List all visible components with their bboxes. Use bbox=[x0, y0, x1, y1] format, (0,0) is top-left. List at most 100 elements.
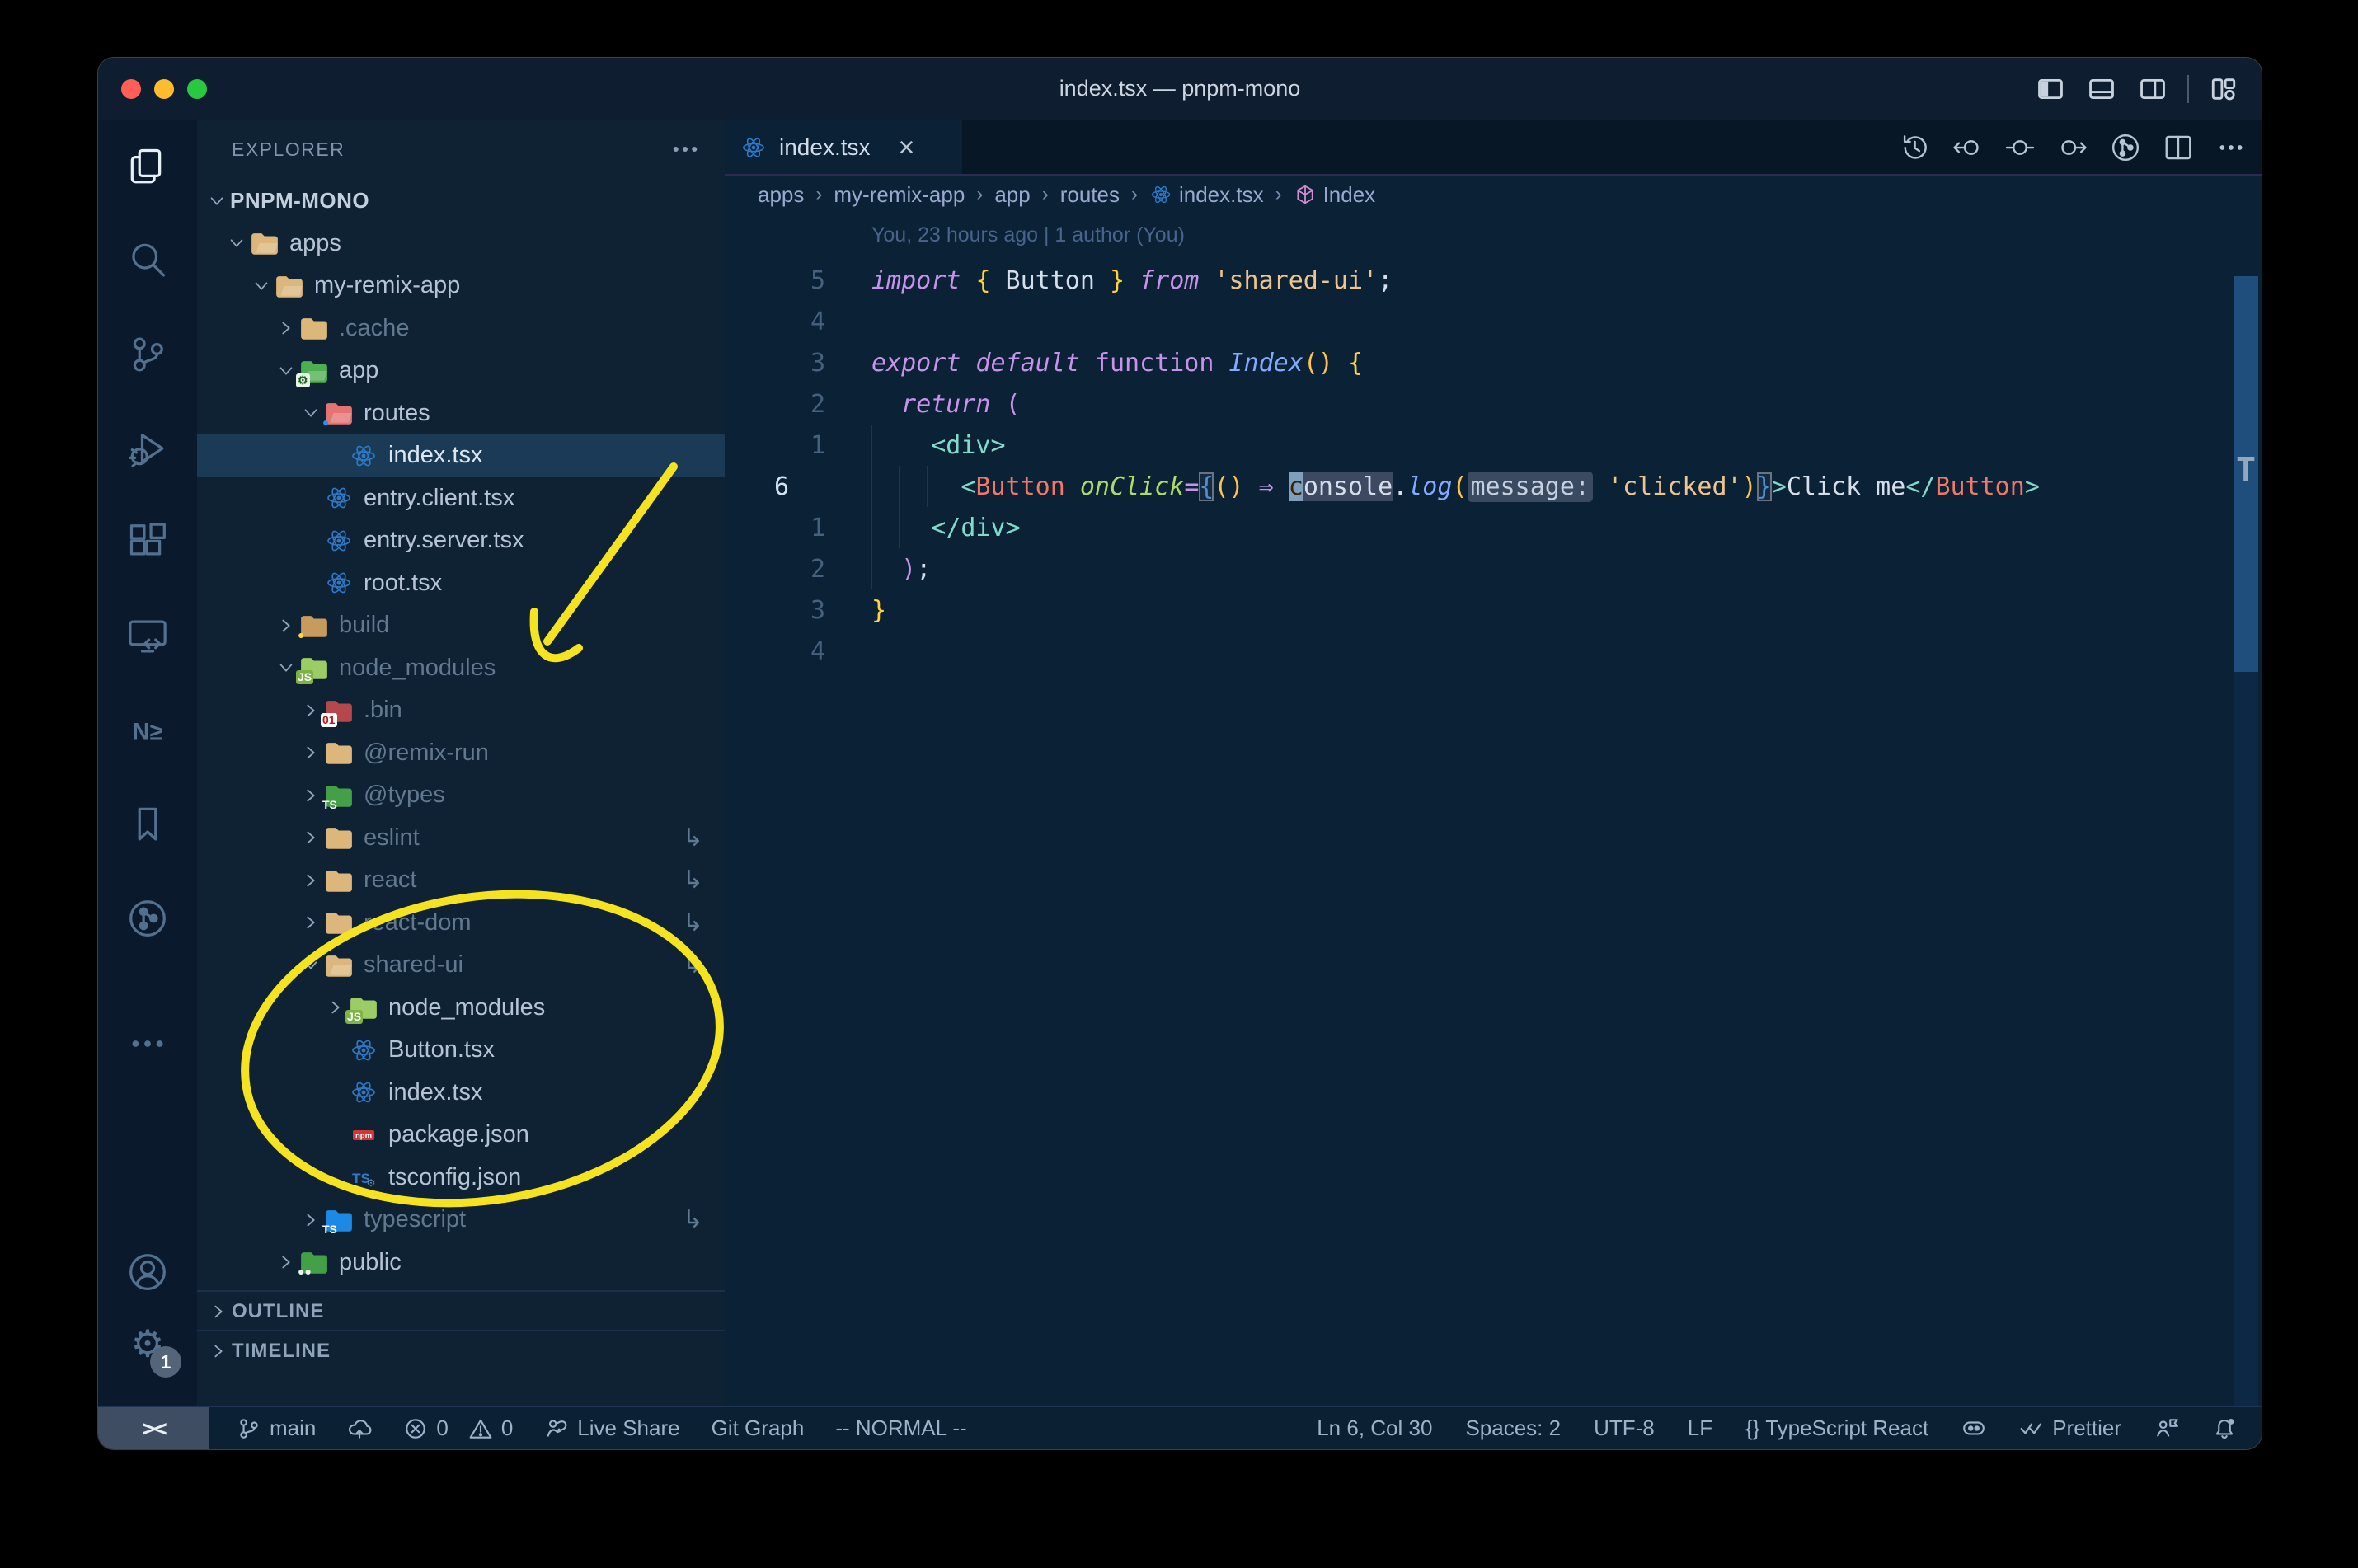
tree-item-tsconfig-json[interactable]: TS ⚙ tsconfig.json bbox=[197, 1157, 725, 1199]
breadcrumb-item-index-tsx[interactable]: index.tsx bbox=[1149, 182, 1264, 208]
activity-files-icon[interactable] bbox=[98, 120, 197, 214]
tree-item-apps[interactable]: apps bbox=[197, 223, 725, 265]
breadcrumb-item-routes[interactable]: routes bbox=[1060, 182, 1120, 208]
tree-item-app[interactable]: ⚙ app bbox=[197, 350, 725, 392]
activity-account-icon[interactable] bbox=[98, 1231, 197, 1313]
status-item-bell-dot-icon[interactable] bbox=[2212, 1416, 2237, 1441]
remote-indicator[interactable]: >< bbox=[98, 1407, 209, 1449]
code-line[interactable]: 4 bbox=[725, 301, 2262, 342]
activity-extensions-icon[interactable] bbox=[98, 495, 197, 589]
sidebar-section-timeline[interactable]: TIMELINE bbox=[197, 1330, 725, 1371]
code-line[interactable]: 3 export default function Index() { bbox=[725, 342, 2262, 383]
status-item-0[interactable]: 00 bbox=[403, 1415, 513, 1441]
activity-search-icon[interactable] bbox=[98, 214, 197, 307]
status-item-typescript-react[interactable]: {} TypeScript React bbox=[1745, 1415, 1928, 1441]
tree-item-cache[interactable]: .cache bbox=[197, 307, 725, 350]
tab-index-tsx[interactable]: index.tsx × bbox=[725, 120, 962, 176]
layout-panel-icon[interactable] bbox=[2085, 75, 2118, 103]
activity-bookmarks-icon[interactable] bbox=[98, 777, 197, 871]
breadcrumb-item-apps[interactable]: apps bbox=[758, 182, 804, 208]
code-line[interactable]: 4 bbox=[725, 631, 2262, 672]
tree-item-node-modules[interactable]: JS node_modules bbox=[197, 987, 725, 1030]
tree-item-entry-client-tsx[interactable]: entry.client.tsx bbox=[197, 477, 725, 520]
activity-source-control-icon[interactable] bbox=[98, 307, 197, 401]
tree-item-label: my-remix-app bbox=[314, 272, 461, 299]
tree-item-routes[interactable]: ● routes bbox=[197, 392, 725, 435]
code-line[interactable]: 2 ); bbox=[725, 548, 2262, 589]
tree-item-my-remix-app[interactable]: my-remix-app bbox=[197, 265, 725, 307]
status-item-copilot-icon[interactable] bbox=[1961, 1416, 1986, 1441]
tree-item-node-modules[interactable]: JS node_modules bbox=[197, 647, 725, 690]
tree-item-types[interactable]: TS @types bbox=[197, 774, 725, 817]
tree-item-package-json[interactable]: npm package.json bbox=[197, 1114, 725, 1157]
code-line[interactable]: 6 <Button onClick={() ⇒ console.log(mess… bbox=[725, 466, 2262, 507]
code-line[interactable]: 2 return ( bbox=[725, 383, 2262, 425]
tree-item-bin[interactable]: 01 .bin bbox=[197, 689, 725, 732]
tree-item-root-tsx[interactable]: root.tsx bbox=[197, 562, 725, 605]
breadcrumb-item-index[interactable]: Index bbox=[1294, 182, 1375, 208]
layout-customize-icon[interactable] bbox=[2207, 75, 2240, 103]
status-item-normal[interactable]: -- NORMAL -- bbox=[835, 1415, 966, 1441]
chevron-right-icon[interactable] bbox=[298, 913, 324, 932]
tree-item-eslint[interactable]: eslint ↳ bbox=[197, 817, 725, 860]
change-icon[interactable] bbox=[2004, 132, 2036, 163]
tree-item-public[interactable]: ●● public bbox=[197, 1242, 725, 1284]
tree-item-button-tsx[interactable]: Button.tsx bbox=[197, 1029, 725, 1072]
tree-item-react[interactable]: react ↳ bbox=[197, 859, 725, 902]
chevron-right-icon[interactable] bbox=[298, 829, 324, 847]
sidebar-section-outline[interactable]: OUTLINE bbox=[197, 1290, 725, 1331]
breadcrumb-item-app[interactable]: app bbox=[994, 182, 1030, 208]
code-line[interactable]: 5 import { Button } from 'shared-ui'; bbox=[725, 260, 2262, 301]
tree-item-react-dom[interactable]: react-dom ↳ bbox=[197, 902, 725, 945]
chevron-down-icon[interactable] bbox=[298, 956, 324, 974]
status-item-spaces-2[interactable]: Spaces: 2 bbox=[1465, 1415, 1561, 1441]
token-txt: . bbox=[1393, 472, 1408, 501]
status-item-live-share[interactable]: Live Share bbox=[544, 1415, 680, 1441]
more-icon[interactable] bbox=[2215, 132, 2247, 163]
tree-item-typescript[interactable]: TS typescript ↳ bbox=[197, 1199, 725, 1242]
layout-sidebar-left-icon[interactable] bbox=[2034, 75, 2067, 103]
layout-sidebar-right-icon[interactable] bbox=[2136, 75, 2169, 103]
tree-item-shared-ui[interactable]: shared-ui ↳ bbox=[197, 944, 725, 987]
chevron-down-icon[interactable] bbox=[248, 277, 275, 295]
code-line[interactable]: 3} bbox=[725, 589, 2262, 631]
tree-section-pnpm-mono[interactable]: PNPM-MONO bbox=[197, 180, 725, 223]
status-item-ln-6-col-30[interactable]: Ln 6, Col 30 bbox=[1317, 1415, 1432, 1441]
close-tab-icon[interactable]: × bbox=[899, 134, 915, 162]
token-kw: return bbox=[901, 389, 1006, 419]
activity-settings-gear-icon[interactable]: ⚙ 1 bbox=[98, 1303, 197, 1386]
tree-item-entry-server-tsx[interactable]: entry.server.tsx bbox=[197, 519, 725, 562]
status-item-git-graph[interactable]: Git Graph bbox=[712, 1415, 805, 1441]
gitlens-graph-icon[interactable] bbox=[2110, 132, 2141, 163]
tree-item-remix-run[interactable]: @remix-run bbox=[197, 732, 725, 775]
chevron-down-icon[interactable] bbox=[223, 234, 250, 252]
activity-gitlens-icon[interactable] bbox=[98, 871, 197, 965]
explorer-more-actions-button[interactable] bbox=[669, 133, 702, 166]
chevron-down-icon[interactable] bbox=[204, 192, 230, 210]
tree-item-index-tsx[interactable]: index.tsx bbox=[197, 1072, 725, 1115]
split-editor-icon[interactable] bbox=[2163, 132, 2194, 163]
status-item-main[interactable]: main bbox=[237, 1415, 316, 1441]
chevron-right-icon[interactable] bbox=[298, 871, 324, 890]
prev-change-icon[interactable] bbox=[1952, 132, 1983, 163]
activity-more-icon[interactable] bbox=[98, 1002, 197, 1085]
tree-item-build[interactable]: ● build bbox=[197, 604, 725, 647]
chevron-right-icon[interactable] bbox=[273, 319, 299, 337]
status-item-utf-8[interactable]: UTF-8 bbox=[1594, 1415, 1655, 1441]
activity-run-debug-icon[interactable] bbox=[98, 401, 197, 495]
status-item-prettier[interactable]: Prettier bbox=[2019, 1415, 2121, 1441]
status-item-lf[interactable]: LF bbox=[1688, 1415, 1712, 1441]
status-item-feedback-icon[interactable] bbox=[2154, 1416, 2179, 1441]
folder-badge: ● bbox=[322, 415, 330, 430]
breadcrumb-item-my-remix-app[interactable]: my-remix-app bbox=[834, 182, 965, 208]
tree-item-index-tsx[interactable]: index.tsx bbox=[197, 434, 725, 477]
activity-remote-explorer-icon[interactable] bbox=[98, 589, 197, 683]
status-item-cloud-upload-icon[interactable] bbox=[347, 1416, 372, 1441]
next-change-icon[interactable] bbox=[2057, 132, 2088, 163]
code-line[interactable]: 1 <div> bbox=[725, 425, 2262, 466]
activity-nx-console-icon[interactable]: N≥ bbox=[98, 683, 197, 777]
code-text: import { Button } from 'shared-ui'; bbox=[871, 266, 1393, 295]
code-line[interactable]: 1 </div> bbox=[725, 507, 2262, 548]
chevron-right-icon[interactable] bbox=[298, 744, 324, 762]
history-icon[interactable] bbox=[1899, 132, 1930, 163]
